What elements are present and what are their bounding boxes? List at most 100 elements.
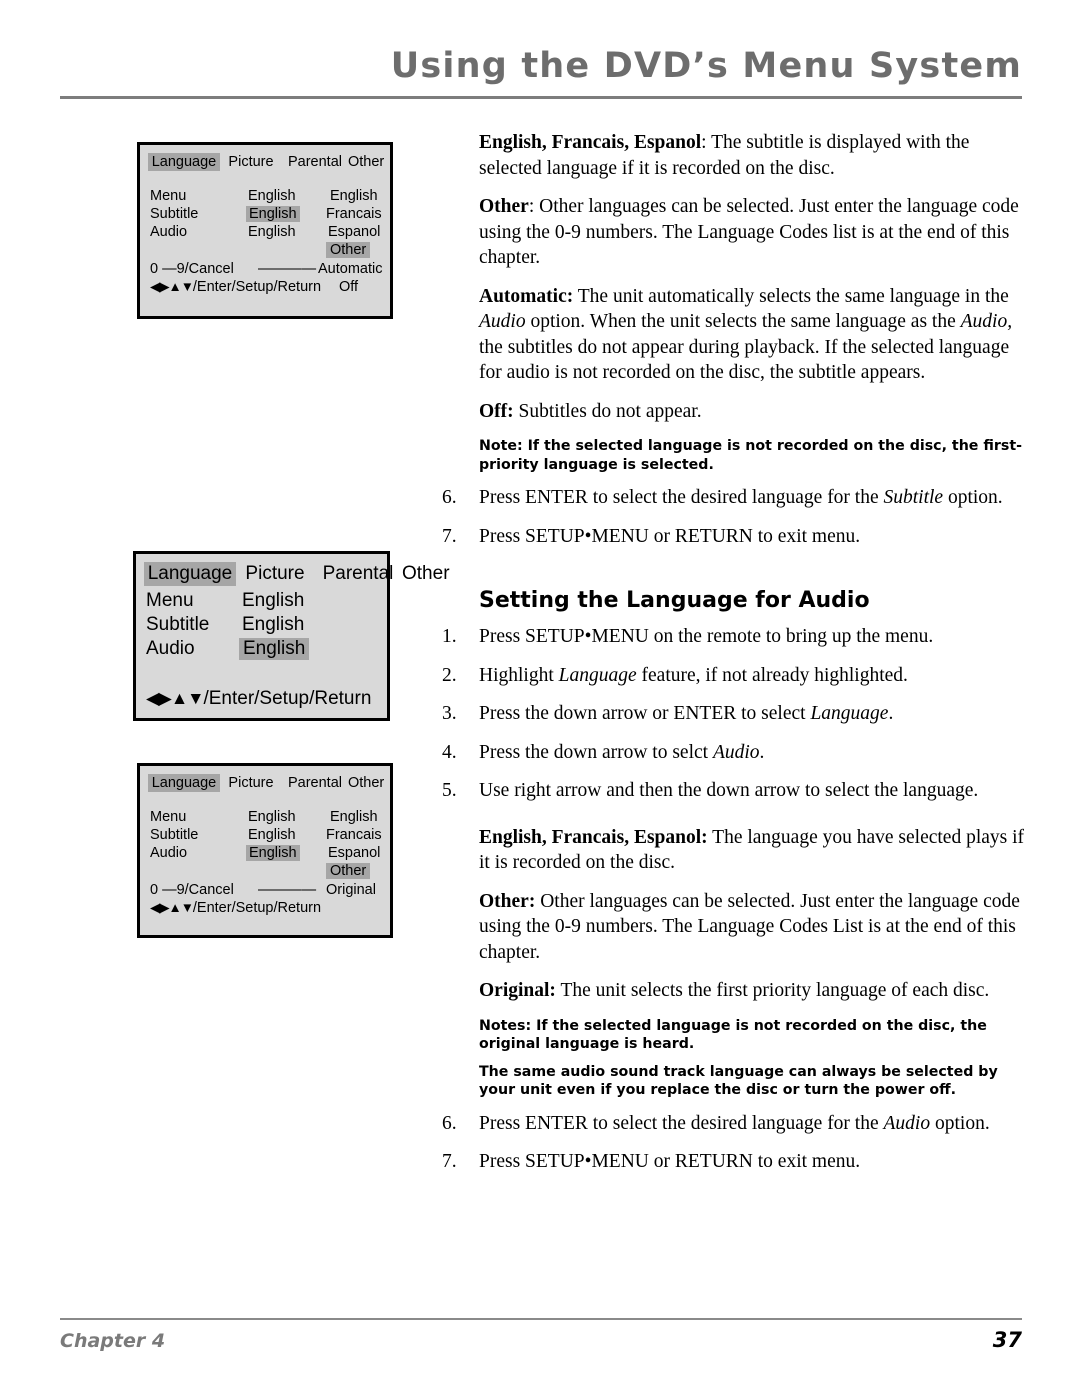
tab-parental[interactable]: Parental bbox=[282, 153, 348, 171]
step-text-part2: . bbox=[759, 741, 765, 763]
step-number: 7. bbox=[442, 1151, 457, 1172]
lead-in-original: Original: bbox=[479, 980, 556, 1001]
row-value-audio-selected[interactable]: English bbox=[239, 638, 310, 660]
row-value-subtitle[interactable]: English bbox=[242, 614, 304, 636]
step-number: 4. bbox=[442, 741, 457, 763]
row-value-menu[interactable]: English bbox=[242, 590, 304, 612]
page-header: Using the DVD’s Menu System bbox=[60, 46, 1022, 104]
direction-arrows-icon: ◀▶▲▼ bbox=[146, 688, 204, 708]
paragraph-off: Off: Subtitles do not appear. bbox=[442, 399, 1032, 425]
step-text-part1: Press the down arrow or ENTER to select bbox=[479, 703, 811, 724]
step-item: 1. Press SETUP•MENU on the remote to brin… bbox=[442, 624, 1032, 650]
paragraph-text: The unit selects the first priority lang… bbox=[555, 980, 990, 1001]
dvd-menu-screenshot-audio-simple: Language Picture Parental Other Menu Eng… bbox=[133, 551, 450, 721]
paragraph-other-audio: Other: Other languages can be selected. … bbox=[442, 889, 1032, 966]
option-espanol[interactable]: Espanol bbox=[328, 845, 380, 861]
step-item: 7. Press SETUP•MENU or RETURN to exit men… bbox=[442, 524, 1032, 550]
option-espanol[interactable]: Espanol bbox=[328, 224, 380, 240]
row-label-subtitle: Subtitle bbox=[146, 614, 210, 635]
step-item: 2. Highlight Language feature, if not alr… bbox=[442, 663, 1032, 689]
article-body: English, Francais, Espanol: The subtitle… bbox=[442, 130, 1032, 1188]
row-label-audio: Audio bbox=[150, 845, 188, 861]
nav-hint: ◀▶▲▼/Enter/Setup/Return bbox=[146, 688, 371, 710]
lead-in-automatic: Automatic: bbox=[479, 285, 574, 307]
row-label-subtitle: Subtitle bbox=[150, 827, 199, 843]
row-value-audio-selected[interactable]: English bbox=[246, 845, 300, 861]
row-value-menu[interactable]: English bbox=[248, 188, 296, 204]
emphasis-language: Language bbox=[558, 664, 637, 686]
option-other-selected[interactable]: Other bbox=[326, 863, 371, 879]
step-text: Use right arrow and then the down arrow … bbox=[479, 780, 979, 801]
option-francais[interactable]: Francais bbox=[326, 827, 382, 843]
tab-language[interactable]: Language bbox=[148, 153, 220, 171]
step-item: 4. Press the down arrow to selct Audio. bbox=[442, 740, 1032, 766]
paragraph-automatic: Automatic: The unit automatically select… bbox=[442, 284, 1032, 386]
option-automatic[interactable]: Automatic bbox=[318, 261, 382, 277]
emphasis-subtitle: Subtitle bbox=[883, 487, 944, 508]
step-text-part1: Highlight bbox=[479, 664, 559, 686]
paragraph-text-part3: the subtitles do not appear during playb… bbox=[479, 336, 1010, 384]
page-number: 37 bbox=[992, 1328, 1022, 1352]
emphasis-audio: Audio bbox=[883, 1112, 931, 1134]
tab-picture[interactable]: Picture bbox=[220, 774, 282, 792]
option-english[interactable]: English bbox=[330, 809, 378, 825]
nav-hint: ◀▶▲▼/Enter/Setup/Return bbox=[150, 900, 321, 916]
row-value-menu[interactable]: English bbox=[248, 809, 296, 825]
tab-parental[interactable]: Parental bbox=[282, 774, 348, 792]
paragraph-other-subtitle: Other: Other languages can be selected. … bbox=[442, 194, 1032, 271]
step-item: 3. Press the down arrow or ENTER to selec… bbox=[442, 701, 1032, 727]
menu-tab-bar: Language Picture Parental Other bbox=[148, 153, 384, 171]
step-item: 5. Use right arrow and then the down arro… bbox=[442, 778, 1032, 804]
tab-language[interactable]: Language bbox=[148, 774, 220, 792]
row-value-subtitle-selected[interactable]: English bbox=[246, 206, 300, 222]
step-text-part2: option. bbox=[943, 487, 1003, 508]
tab-picture[interactable]: Picture bbox=[220, 153, 282, 171]
page-title: Using the DVD’s Menu System bbox=[390, 46, 1022, 86]
language-code-dashes: — — — — bbox=[258, 882, 316, 898]
tab-language[interactable]: Language bbox=[144, 562, 236, 586]
option-off[interactable]: Off bbox=[339, 279, 358, 295]
paragraph-original: Original: The unit selects the first pri… bbox=[442, 978, 1032, 1004]
direction-arrows-icon: ◀▶▲▼ bbox=[150, 279, 194, 294]
step-number: 1. bbox=[442, 626, 457, 647]
lead-in-other: Other bbox=[479, 196, 529, 217]
emphasis-language: Language bbox=[810, 703, 889, 724]
chapter-label: Chapter 4 bbox=[60, 1330, 166, 1352]
nav-hint: ◀▶▲▼/Enter/Setup/Return bbox=[150, 279, 321, 295]
note-audio-2: The same audio sound track language can … bbox=[479, 1063, 998, 1099]
option-english[interactable]: English bbox=[330, 188, 378, 204]
emphasis-audio-2: Audio, bbox=[960, 311, 1013, 332]
lead-in-off: Off: bbox=[479, 400, 514, 422]
paragraph-text: Subtitles do not appear. bbox=[513, 400, 702, 422]
step-text-part2: feature, if not already highlighted. bbox=[636, 664, 908, 686]
header-divider bbox=[60, 96, 1022, 99]
paragraph-text-part2: option. When the unit selects the same l… bbox=[525, 311, 961, 332]
step-text: Press SETUP•MENU or RETURN to exit menu. bbox=[479, 525, 861, 547]
step-item: 7. Press SETUP•MENU or RETURN to exit men… bbox=[442, 1149, 1032, 1175]
tab-other[interactable]: Other bbox=[348, 774, 384, 792]
step-number: 2. bbox=[442, 664, 457, 686]
tab-picture[interactable]: Picture bbox=[236, 562, 314, 586]
dvd-menu-screenshot-audio-full: Language Picture Parental Other Menu Eng… bbox=[137, 763, 393, 938]
option-francais[interactable]: Francais bbox=[326, 206, 382, 222]
numeric-entry-hint: 0 —9/Cancel bbox=[150, 882, 234, 898]
lead-in-languages: English, Francais, Espanol: bbox=[479, 826, 708, 848]
row-label-audio: Audio bbox=[150, 224, 188, 240]
note-audio-1: Notes: If the selected language is not r… bbox=[479, 1017, 987, 1053]
row-value-subtitle[interactable]: English bbox=[248, 827, 296, 843]
paragraph-languages-audio: English, Francais, Espanol: The language… bbox=[442, 825, 1032, 876]
numeric-entry-hint: 0 —9/Cancel bbox=[150, 261, 234, 277]
row-value-audio[interactable]: English bbox=[248, 224, 296, 240]
menu-tab-bar: Language Picture Parental Other bbox=[148, 774, 384, 792]
option-other-selected[interactable]: Other bbox=[326, 242, 371, 258]
tab-parental[interactable]: Parental bbox=[314, 562, 402, 586]
row-label-menu: Menu bbox=[150, 809, 187, 825]
option-original[interactable]: Original bbox=[326, 882, 376, 898]
step-text-part1: Press ENTER to select the desired langua… bbox=[479, 487, 884, 508]
tab-other[interactable]: Other bbox=[348, 153, 384, 171]
step-text: Press SETUP•MENU on the remote to bring … bbox=[479, 626, 934, 647]
language-code-dashes: — — — — bbox=[258, 261, 316, 277]
step-item: 6. Press ENTER to select the desired lang… bbox=[442, 1111, 1032, 1137]
